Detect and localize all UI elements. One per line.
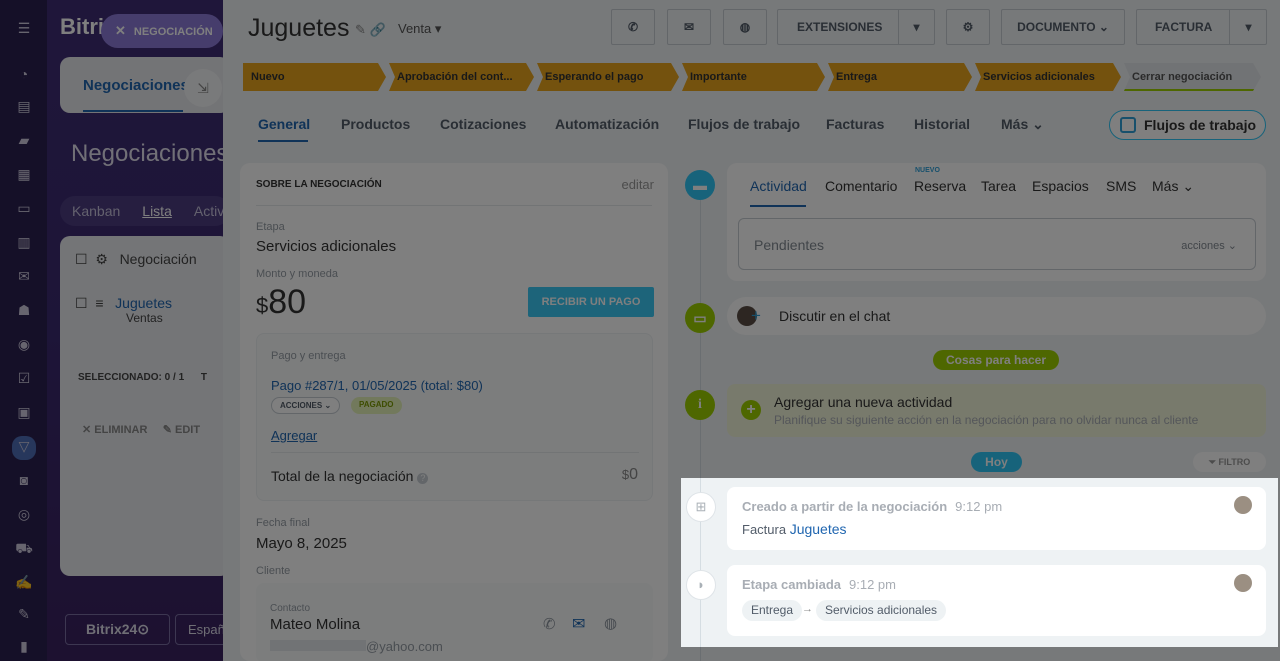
invoice-link[interactable]: Juguetes	[790, 521, 847, 537]
avatar	[1234, 496, 1252, 514]
history-title: Etapa cambiada 9:12 pm	[742, 577, 896, 592]
history-item-created: Creado a partir de la negociación 9:12 pm…	[727, 487, 1266, 550]
history-item-stage: Etapa cambiada 9:12 pm Entrega → Servicio…	[727, 565, 1266, 636]
stage-tag-icon: ◗	[686, 570, 716, 600]
history-title: Creado a partir de la negociación 9:12 pm	[742, 499, 1003, 514]
stage-to-chip: Servicios adicionales	[816, 600, 947, 621]
invoice-plus-icon: ⊞	[686, 492, 716, 522]
history-detail: Factura Juguetes	[742, 521, 847, 537]
stage-from-chip: Entrega	[742, 600, 803, 621]
arrow-right-icon: →	[802, 603, 813, 615]
avatar	[1234, 574, 1252, 592]
